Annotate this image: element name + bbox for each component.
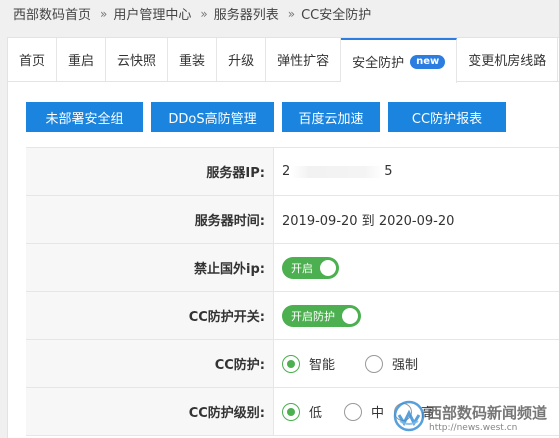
toggle-label: 开启 (291, 261, 313, 275)
tab-label: 弹性扩容 (277, 54, 330, 69)
action-bar: 未部署安全组 DDoS高防管理 百度云加速 CC防护报表 (26, 102, 514, 132)
radio-label: 智能 (309, 358, 336, 373)
tab-snapshot[interactable]: 云快照 (106, 38, 169, 81)
block-foreign-label: 禁止国外ip: (26, 244, 274, 291)
new-badge: new (410, 54, 446, 69)
server-time-row: 服务器时间: 2019-09-20 到 2020-09-20 (26, 196, 559, 244)
main-panel: 首页 重启 云快照 重装 升级 弹性扩容 安全防护 new 变更机房线路 未部署… (7, 37, 559, 438)
settings-table: 服务器IP: 2 5 服务器时间: 2019-09-20 到 2020-09-2… (26, 147, 559, 436)
toggle-knob (320, 259, 336, 276)
breadcrumb-user-center[interactable]: 用户管理中心 (113, 4, 191, 23)
cc-mode-force-radio[interactable]: 强制 (365, 354, 418, 373)
radio-label: 强制 (392, 358, 419, 373)
tab-restart[interactable]: 重启 (57, 38, 107, 81)
watermark: 西部数码新闻频道 http://news.west.cn (391, 396, 559, 438)
tab-label: 安全防护 (352, 56, 405, 71)
breadcrumb-separator: » (100, 6, 108, 21)
radio-label: 低 (309, 406, 323, 421)
breadcrumb-home[interactable]: 西部数码首页 (13, 4, 91, 23)
tab-reinstall[interactable]: 重装 (168, 38, 218, 81)
breadcrumb-separator: » (200, 6, 208, 21)
cc-mode-options: 智能 强制 (274, 340, 559, 387)
block-foreign-toggle[interactable]: 开启 (282, 256, 339, 279)
radio-label: 中 (371, 406, 385, 421)
cc-mode-row: CC防护: 智能 强制 (26, 340, 559, 388)
ddos-protection-button[interactable]: DDoS高防管理 (151, 102, 274, 132)
tab-label: 变更机房线路 (468, 54, 547, 69)
redacted-mask (291, 165, 384, 178)
cc-mode-label: CC防护: (26, 340, 274, 387)
cc-level-low-radio[interactable]: 低 (282, 402, 322, 421)
tab-label: 重启 (68, 54, 95, 69)
west-logo-icon (393, 400, 425, 432)
toggle-knob (342, 307, 358, 324)
server-ip-value: 2 5 (274, 148, 559, 195)
tab-home[interactable]: 首页 (8, 38, 58, 81)
watermark-title: 西部数码新闻频道 (427, 404, 548, 422)
tab-change-route[interactable]: 变更机房线路 (457, 38, 559, 81)
breadcrumb: 西部数码首页 » 用户管理中心 » 服务器列表 » CC安全防护 (0, 0, 559, 27)
radio-circle (365, 354, 384, 373)
server-ip-row: 服务器IP: 2 5 (26, 148, 559, 196)
server-time-value: 2019-09-20 到 2020-09-20 (282, 214, 455, 229)
radio-circle (282, 402, 300, 421)
server-time-label: 服务器时间: (26, 196, 274, 243)
baidu-cdn-button[interactable]: 百度云加速 (282, 102, 380, 132)
cc-level-label: CC防护级别: (26, 388, 274, 435)
tab-label: 首页 (19, 54, 46, 69)
tab-upgrade[interactable]: 升级 (217, 38, 267, 81)
tab-label: 升级 (228, 54, 255, 69)
tab-label: 云快照 (117, 54, 157, 69)
cc-switch-label: CC防护开关: (26, 292, 274, 339)
breadcrumb-server-list[interactable]: 服务器列表 (214, 4, 279, 23)
breadcrumb-current: CC安全防护 (301, 8, 372, 23)
server-ip-label: 服务器IP: (26, 148, 274, 195)
radio-circle (282, 354, 300, 373)
block-foreign-value: 开启 (274, 244, 559, 291)
server-ip-suffix: 5 (384, 164, 393, 179)
cc-report-button[interactable]: CC防护报表 (388, 102, 506, 132)
watermark-url: http://news.west.cn (429, 423, 518, 433)
cc-mode-smart-radio[interactable]: 智能 (282, 354, 335, 373)
toggle-label: 开启防护 (291, 309, 335, 323)
breadcrumb-separator: » (287, 6, 296, 21)
server-ip-prefix: 2 (282, 164, 291, 179)
cc-switch-value: 开启防护 (274, 292, 559, 339)
tab-bar: 首页 重启 云快照 重装 升级 弹性扩容 安全防护 new 变更机房线路 (8, 38, 559, 83)
cc-level-medium-radio[interactable]: 中 (344, 402, 384, 421)
tab-security[interactable]: 安全防护 new (341, 38, 458, 83)
security-group-button[interactable]: 未部署安全组 (26, 102, 143, 132)
tab-elastic-scaling[interactable]: 弹性扩容 (266, 38, 342, 81)
tab-label: 重装 (179, 54, 206, 69)
block-foreign-row: 禁止国外ip: 开启 (26, 244, 559, 292)
radio-circle (344, 402, 363, 421)
cc-switch-row: CC防护开关: 开启防护 (26, 292, 559, 340)
cc-protection-toggle[interactable]: 开启防护 (282, 304, 361, 327)
